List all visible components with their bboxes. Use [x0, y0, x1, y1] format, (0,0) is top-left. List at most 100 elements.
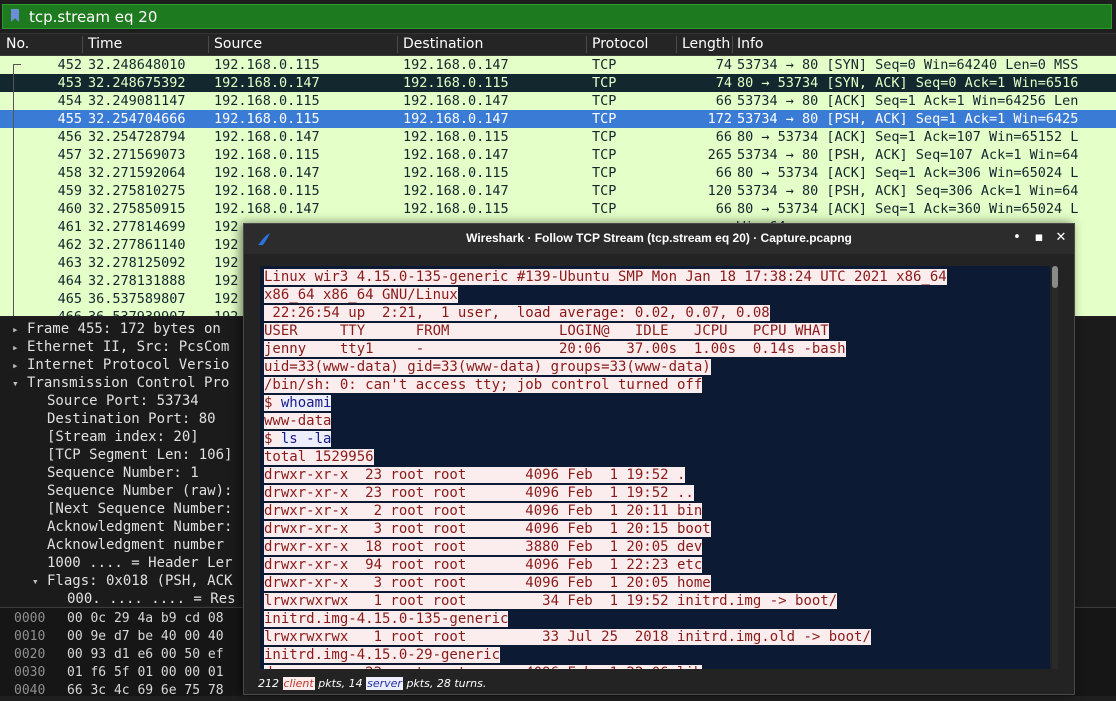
column-header-time[interactable]: Time — [88, 36, 122, 52]
detail-tree-label: [Next Sequence Number: — [47, 501, 233, 517]
byte-offset: 0020 — [14, 647, 46, 662]
byte-hex: 00 93 d1 e6 00 50 ef — [67, 647, 224, 662]
maximize-icon[interactable]: ▪ — [1030, 229, 1048, 247]
expanded-arrow-icon[interactable]: ▾ — [32, 575, 39, 588]
expanded-arrow-icon[interactable]: ▾ — [12, 377, 19, 390]
column-header-length[interactable]: Length — [682, 36, 730, 52]
packet-row[interactable]: 460 32.275850915 192.168.0.147 192.168.0.11… — [0, 200, 1116, 218]
stream-scrollbar[interactable] — [1052, 266, 1058, 669]
client-data: initrd.img-4.15.0-29-generic — [264, 647, 501, 663]
bookmark-icon[interactable] — [11, 9, 19, 22]
packet-info: 80 → 53734 [ACK] Seq=1 Ack=360 Win=65024… — [737, 201, 1079, 217]
scrollbar-thumb[interactable] — [1052, 266, 1058, 288]
packet-row[interactable]: 459 32.275810275 192.168.0.115 192.168.0.14… — [0, 182, 1116, 200]
column-header-source[interactable]: Source — [214, 36, 262, 52]
packet-row[interactable]: 455 32.254704666 192.168.0.115 192.168.0.14… — [0, 110, 1116, 128]
packet-row[interactable]: 453 32.248675392 192.168.0.147 192.168.0.11… — [0, 74, 1116, 92]
packet-source: 192 — [214, 291, 239, 307]
packet-source: 192 — [214, 273, 239, 289]
packet-row[interactable]: 454 32.249081147 192.168.0.115 192.168.0.14… — [0, 92, 1116, 110]
column-separator[interactable] — [732, 36, 733, 53]
client-data: uid=33(www-data) gid=33(www-data) groups… — [264, 359, 711, 375]
packet-row[interactable]: 456 32.254728794 192.168.0.147 192.168.0.11… — [0, 128, 1116, 146]
collapsed-arrow-icon[interactable]: ▸ — [12, 341, 19, 354]
packet-row[interactable]: 452 32.248648010 192.168.0.115 192.168.0.14… — [0, 56, 1116, 74]
detail-tree-label: Sequence Number (raw): — [47, 483, 233, 499]
detail-tree-label: [Stream index: 20] — [47, 429, 199, 445]
column-separator[interactable] — [208, 36, 209, 53]
stream-line: $ whoami — [264, 394, 332, 412]
stream-line: uid=33(www-data) gid=33(www-data) groups… — [264, 358, 711, 376]
display-filter-input[interactable]: tcp.stream eq 20 — [2, 4, 1112, 29]
packet-source: 192 — [214, 255, 239, 271]
column-header-protocol[interactable]: Protocol — [592, 36, 648, 52]
packet-source: 192.168.0.147 — [214, 165, 320, 181]
column-separator[interactable] — [676, 36, 677, 53]
byte-hex: 66 3c 4c 69 6e 75 78 — [67, 683, 224, 698]
packet-protocol: TCP — [592, 165, 617, 181]
client-data: drwxr-xr-x 23 root root 4096 Feb 1 19:52… — [264, 485, 694, 501]
byte-offset: 0030 — [14, 665, 46, 680]
column-header-destination[interactable]: Destination — [403, 36, 483, 52]
byte-offset: 0010 — [14, 629, 46, 644]
packet-time: 36.537939907 — [88, 309, 186, 316]
client-data: $ — [264, 431, 281, 447]
column-separator[interactable] — [586, 36, 587, 53]
detail-tree-label: [TCP Segment Len: 106] — [47, 447, 233, 463]
column-header-no[interactable]: No. — [6, 36, 29, 52]
packet-protocol: TCP — [592, 183, 617, 199]
packet-time: 32.271592064 — [88, 165, 186, 181]
conversation-bracket — [13, 64, 14, 316]
dialog-title-bar[interactable]: Wireshark · Follow TCP Stream (tcp.strea… — [244, 224, 1074, 254]
stream-line: drwxr-xr-x 18 root root 3880 Feb 1 20:05… — [264, 538, 703, 556]
client-data: $ — [264, 395, 281, 411]
packet-protocol: TCP — [592, 129, 617, 145]
packet-info: 80 → 53734 [SYN, ACK] Seq=0 Ack=1 Win=65… — [737, 75, 1079, 91]
packet-no: 453 — [57, 75, 82, 91]
packet-source: 192.168.0.147 — [214, 75, 320, 91]
packet-row[interactable]: 457 32.271569073 192.168.0.115 192.168.0.14… — [0, 146, 1116, 164]
packet-destination: 192.168.0.115 — [403, 201, 509, 217]
packet-no: 463 — [57, 255, 82, 271]
stream-line: www-data — [264, 412, 332, 430]
packet-destination: 192.168.0.147 — [403, 183, 509, 199]
packet-no: 457 — [57, 147, 82, 163]
packet-time: 32.248648010 — [88, 57, 186, 73]
column-separator[interactable] — [397, 36, 398, 53]
collapsed-arrow-icon[interactable]: ▸ — [12, 359, 19, 372]
packet-time: 32.254704666 — [88, 111, 186, 127]
column-separator[interactable] — [82, 36, 83, 53]
collapsed-arrow-icon[interactable]: ▸ — [12, 323, 19, 336]
packet-destination: 192.168.0.147 — [403, 57, 509, 73]
client-data: 22:26:54 up 2:21, 1 user, load average: … — [264, 305, 770, 321]
status-middle: pkts, 14 — [318, 677, 363, 690]
packet-no: 456 — [57, 129, 82, 145]
stream-line: 22:26:54 up 2:21, 1 user, load average: … — [264, 304, 770, 322]
detail-tree-label: Destination Port: 80 — [47, 411, 216, 427]
packet-time: 32.277861140 — [88, 237, 186, 253]
detail-tree-label: 000. .... .... = Res — [67, 591, 236, 607]
packet-no: 460 — [57, 201, 82, 217]
packet-length: 120 — [707, 183, 732, 199]
packet-time: 32.277814699 — [88, 219, 186, 235]
packet-length: 66 — [715, 165, 732, 181]
byte-offset: 0000 — [14, 611, 46, 626]
byte-hex: 00 0c 29 4a b9 cd 08 — [67, 611, 224, 626]
detail-tree-label: Frame 455: 172 bytes on — [27, 321, 221, 337]
stream-line: drwxr-xr-x 3 root root 4096 Feb 1 20:05 … — [264, 574, 711, 592]
packet-length: 66 — [715, 129, 732, 145]
packet-row[interactable]: 458 32.271592064 192.168.0.147 192.168.0.11… — [0, 164, 1116, 182]
stream-content[interactable]: Linux wir3 4.15.0-135-generic #139-Ubunt… — [260, 266, 1050, 669]
packet-source: 192 — [214, 219, 239, 235]
client-data: initrd.img-4.15.0-135-generic — [264, 611, 509, 627]
close-icon[interactable]: ✕ — [1052, 229, 1070, 247]
client-data: drwxr-xr-x 18 root root 3880 Feb 1 20:05… — [264, 539, 703, 555]
client-data: www-data — [264, 413, 332, 429]
minimize-icon[interactable]: • — [1008, 229, 1026, 247]
client-data: lrwxrwxrwx 1 root root 33 Jul 25 2018 in… — [264, 629, 871, 645]
stream-line: initrd.img-4.15.0-29-generic — [264, 646, 501, 664]
column-header-info[interactable]: Info — [737, 36, 764, 52]
packet-destination: 192.168.0.115 — [403, 75, 509, 91]
client-data: drwxr-xr-x 23 root root 4096 Feb 1 19:52… — [264, 467, 686, 483]
byte-hex: 01 f6 5f 01 00 00 01 — [67, 665, 224, 680]
